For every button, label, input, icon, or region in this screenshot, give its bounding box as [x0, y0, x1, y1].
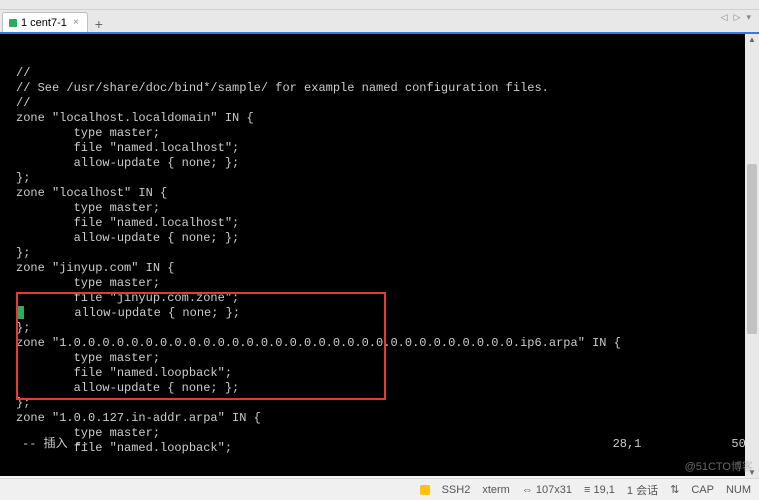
terminal-cursor [16, 306, 24, 319]
tab-nav: ◁ ▷ ▾ [719, 12, 753, 23]
status-bar: SSH2 xterm ⇔ 107x31 ≡ 19,1 1 会话 ⇅ CAP NU… [0, 478, 759, 500]
terminal-line: }; [16, 321, 753, 336]
terminal-line: file "named.localhost"; [16, 216, 753, 231]
terminal-line: type master; [16, 201, 753, 216]
tab-label: 1 cent7-1 [21, 17, 67, 29]
terminal-line: }; [16, 246, 753, 261]
terminal-line: allow-update { none; }; [16, 156, 753, 171]
scroll-thumb[interactable] [747, 164, 757, 334]
status-ssh: SSH2 [442, 484, 471, 496]
tab-1[interactable]: 1 cent7-1 × [2, 12, 88, 32]
terminal-line: file "jinyup.com.zone"; [16, 291, 753, 306]
terminal-line: // [16, 66, 753, 81]
status-sessions: 1 会话 [627, 482, 658, 498]
status-updown-icon: ⇅ [670, 483, 679, 496]
status-size: ⇔ 107x31 [522, 484, 572, 496]
status-term: xterm [482, 484, 510, 496]
terminal-line: allow-update { none; }; [16, 381, 753, 396]
terminal-line: zone "jinyup.com" IN { [16, 261, 753, 276]
terminal-line: type master; [16, 351, 753, 366]
vim-position: 28,1 [613, 437, 642, 452]
terminal-line: file "named.loopback"; [16, 366, 753, 381]
vim-status-line: -- 插入 -- 28,1 50% [22, 437, 753, 452]
terminal-line: type master; [16, 276, 753, 291]
connection-status-icon [9, 19, 17, 27]
close-tab-icon[interactable]: × [73, 17, 79, 28]
terminal-line: zone "1.0.0.127.in-addr.arpa" IN { [16, 411, 753, 426]
terminal-line: zone "localhost" IN { [16, 186, 753, 201]
ssh-icon [420, 485, 430, 495]
nav-menu-icon[interactable]: ▾ [744, 12, 753, 23]
terminal-viewport[interactable]: //// See /usr/share/doc/bind*/sample/ fo… [0, 32, 759, 476]
terminal-line: file "named.localhost"; [16, 141, 753, 156]
status-num: NUM [726, 484, 751, 496]
terminal-line: }; [16, 171, 753, 186]
nav-right-icon[interactable]: ▷ [732, 12, 743, 23]
terminal-line: type master; [16, 126, 753, 141]
nav-left-icon[interactable]: ◁ [719, 12, 730, 23]
status-caps: CAP [691, 484, 714, 496]
terminal-line: // See /usr/share/doc/bind*/sample/ for … [16, 81, 753, 96]
terminal-line: allow-update { none; }; [16, 231, 753, 246]
terminal-line: }; [16, 396, 753, 411]
tab-bar: 1 cent7-1 × + ◁ ▷ ▾ [0, 10, 759, 32]
terminal-line: allow-update { none; }; [16, 306, 753, 321]
scroll-up-icon[interactable]: ▲ [745, 35, 759, 44]
vim-mode: -- 插入 -- [22, 437, 89, 452]
vertical-scrollbar[interactable]: ▲ ▼ [745, 34, 759, 478]
status-rows: ≡ 19,1 [584, 484, 615, 496]
watermark-text: @51CTO博客 [685, 458, 753, 474]
terminal-line: zone "1.0.0.0.0.0.0.0.0.0.0.0.0.0.0.0.0.… [16, 336, 753, 351]
terminal-line: zone "localhost.localdomain" IN { [16, 111, 753, 126]
window-chrome-top [0, 0, 759, 10]
terminal-line: // [16, 96, 753, 111]
add-tab-button[interactable]: + [88, 16, 110, 32]
